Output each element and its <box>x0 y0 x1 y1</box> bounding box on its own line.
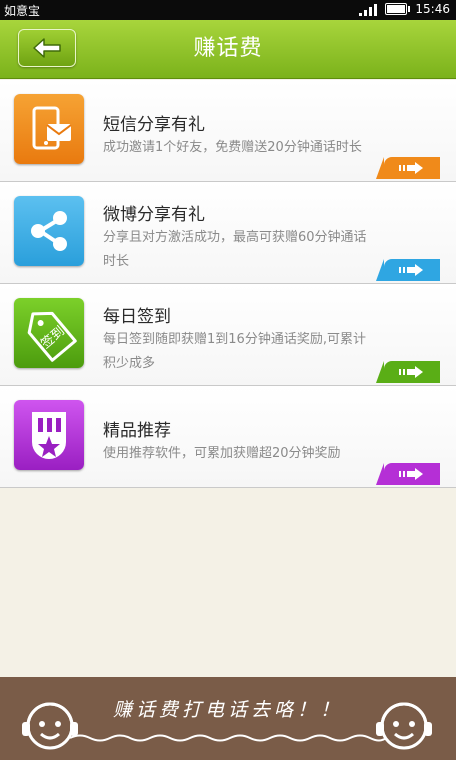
arrow-right-icon <box>399 264 423 276</box>
reward-list: 短信分享有礼 成功邀请1个好友，免费赠送20分钟通话时长 微博分享有礼 分享且对… <box>0 80 456 488</box>
status-app-name: 如意宝 <box>4 4 41 18</box>
item-title: 短信分享有礼 <box>103 115 205 135</box>
go-button[interactable] <box>376 157 440 179</box>
item-title: 每日签到 <box>103 307 171 327</box>
item-description: 每日签到随即获赠1到16分钟通话奖励,可累计积少成多 <box>103 332 366 371</box>
item-title: 微博分享有礼 <box>103 205 205 225</box>
smiley-headphone-icon <box>376 702 432 750</box>
list-item-sms-share[interactable]: 短信分享有礼 成功邀请1个好友，免费赠送20分钟通话时长 <box>0 80 456 182</box>
list-item-weibo-share[interactable]: 微博分享有礼 分享且对方激活成功，最高可获赠60分钟通话时长 <box>0 182 456 284</box>
arrow-right-icon <box>399 162 423 174</box>
go-button[interactable] <box>376 361 440 383</box>
item-description: 成功邀请1个好友，免费赠送20分钟通话时长 <box>103 140 362 155</box>
item-description: 分享且对方激活成功，最高可获赠60分钟通话时长 <box>103 230 367 269</box>
sms-share-icon <box>14 94 84 164</box>
item-description: 使用推荐软件，可累加获赠超20分钟奖励 <box>103 446 341 461</box>
item-title: 精品推荐 <box>103 421 171 441</box>
arrow-right-icon <box>399 468 423 480</box>
sign-in-tag-icon: 签到 <box>14 298 84 368</box>
arrow-right-icon <box>399 366 423 378</box>
medal-star-icon <box>14 400 84 470</box>
decorative-wave <box>70 734 386 742</box>
footer-banner[interactable]: 赚话费打电话去咯！！ <box>0 677 456 760</box>
status-bar: 如意宝 15:46 <box>0 0 456 20</box>
app-header: 赚话费 <box>0 20 456 79</box>
back-button[interactable] <box>18 29 76 67</box>
share-icon <box>14 196 84 266</box>
battery-icon <box>385 3 411 15</box>
go-button[interactable] <box>376 259 440 281</box>
list-item-daily-sign-in[interactable]: 签到 每日签到 每日签到随即获赠1到16分钟通话奖励,可累计积少成多 <box>0 284 456 386</box>
go-button[interactable] <box>376 463 440 485</box>
list-item-recommended[interactable]: 精品推荐 使用推荐软件，可累加获赠超20分钟奖励 <box>0 386 456 488</box>
back-arrow-icon <box>33 38 61 58</box>
status-time: 15:46 <box>415 2 450 16</box>
signal-icon <box>359 2 378 16</box>
